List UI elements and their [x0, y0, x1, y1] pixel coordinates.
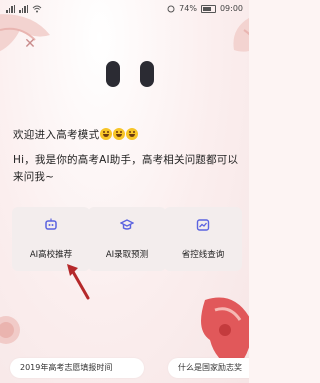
card-label: AI录取预测 [105, 250, 149, 260]
red-arrow-annotation-icon [67, 264, 90, 300]
chart-icon [196, 219, 210, 231]
ai-admission-predict-card[interactable]: AI录取预测 [88, 207, 166, 271]
suggestion-chip[interactable]: 什么是国家励志奖 [168, 358, 249, 378]
suggestion-text: 2019年高考志愿填报时间 [20, 363, 113, 372]
suggestion-chip[interactable]: 2019年高考志愿填报时间 [10, 358, 144, 378]
card-label: AI高校推荐 [29, 250, 73, 260]
robot-icon [45, 218, 57, 230]
paper-cut-decoration-icon [233, 17, 249, 52]
suggestion-text: 什么是国家励志奖 [178, 363, 242, 372]
paper-cut-decoration-icon [0, 316, 20, 344]
graduation-cap-icon [120, 219, 134, 230]
intro-text: Hi，我是你的高考AI助手，高考相关问题都可以来问我~ [13, 154, 239, 183]
welcome-text: 欢迎进入高考模式 [13, 129, 100, 141]
suggestion-row: 2019年高考志愿填报时间 什么是国家励志奖 [0, 358, 249, 380]
smile-emoji-icon [100, 128, 113, 140]
ai-assistant-screen: 74% 09:00 ✕ 欢迎进入高考模式 Hi，我是你的高考AI助手，高考相关问… [0, 0, 249, 383]
paper-cut-decoration-icon [0, 14, 50, 52]
robot-eyes-icon [106, 61, 154, 87]
robot-eye-left [106, 61, 120, 87]
card-label: 省控线查询 [181, 250, 225, 260]
feature-cards: AI高校推荐 AI录取预测 省控线查询 [12, 207, 242, 271]
close-icon[interactable]: ✕ [22, 36, 38, 52]
smile-emoji-icon [113, 128, 126, 140]
welcome-line: 欢迎进入高考模式 [13, 127, 139, 142]
smile-emoji-icon [126, 128, 139, 140]
province-line-query-card[interactable]: 省控线查询 [164, 207, 242, 271]
robot-eye-right [140, 61, 154, 87]
alarm-icon [167, 5, 175, 12]
